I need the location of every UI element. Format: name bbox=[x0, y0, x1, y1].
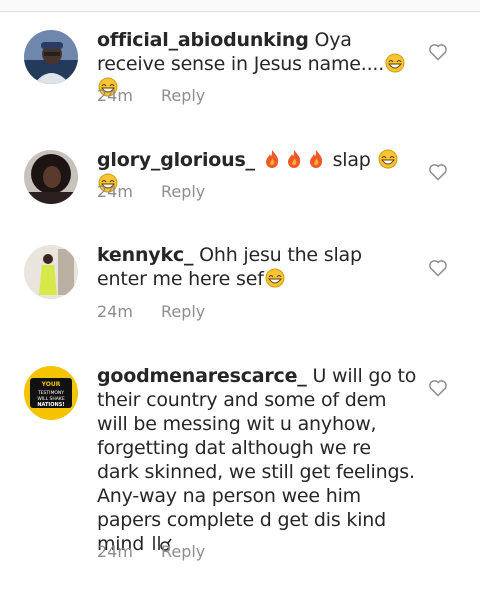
comment-meta: 24m Reply bbox=[97, 302, 205, 321]
grin-sweat-emoji bbox=[265, 268, 285, 288]
reply-button[interactable]: Reply bbox=[161, 86, 205, 105]
reply-button[interactable]: Reply bbox=[161, 302, 205, 321]
avatar[interactable] bbox=[24, 150, 78, 204]
svg-text:YOUR: YOUR bbox=[41, 381, 61, 388]
comment-time: 24m bbox=[97, 182, 133, 201]
avatar[interactable] bbox=[24, 30, 78, 84]
heart-outline-icon[interactable] bbox=[428, 258, 448, 278]
comment-username[interactable]: goodmenarescarce_ bbox=[97, 365, 307, 387]
heart-outline-icon[interactable] bbox=[428, 162, 448, 182]
comment-text: U will go to their country and some of d… bbox=[97, 365, 417, 555]
comment-body: kennykc_ Ohh jesu the slap enter me here… bbox=[97, 243, 417, 291]
comment-time: 24m bbox=[97, 542, 133, 561]
comment-time: 24m bbox=[97, 302, 133, 321]
comment-username[interactable]: official_abiodunking bbox=[97, 29, 309, 51]
fire-emoji bbox=[287, 150, 300, 168]
comment-username[interactable]: kennykc_ bbox=[97, 244, 193, 266]
heart-outline-icon[interactable] bbox=[428, 42, 448, 62]
reply-button[interactable]: Reply bbox=[161, 542, 205, 561]
avatar[interactable] bbox=[24, 245, 78, 299]
comment-meta: 24m Reply bbox=[97, 182, 205, 201]
comment-username[interactable]: glory_glorious_ bbox=[97, 149, 255, 171]
grin-sweat-emoji bbox=[378, 149, 397, 169]
fire-emoji bbox=[309, 150, 322, 168]
comment-meta: 24m Reply bbox=[97, 86, 205, 105]
avatar[interactable]: YOUR TESTIMONY WILL SHAKE NATIONS! bbox=[24, 366, 78, 420]
svg-text:NATIONS!: NATIONS! bbox=[37, 402, 64, 408]
svg-text:TESTIMONY: TESTIMONY bbox=[37, 390, 64, 396]
comment-time: 24m bbox=[97, 86, 133, 105]
fire-emoji bbox=[265, 150, 278, 168]
top-divider bbox=[0, 0, 480, 12]
comment-body: goodmenarescarce_ U will go to their cou… bbox=[97, 364, 417, 556]
grin-sweat-emoji bbox=[385, 53, 405, 73]
comment-text: slap bbox=[332, 149, 371, 171]
comment-meta: 24m Reply bbox=[97, 542, 205, 561]
heart-outline-icon[interactable] bbox=[428, 378, 448, 398]
reply-button[interactable]: Reply bbox=[161, 182, 205, 201]
